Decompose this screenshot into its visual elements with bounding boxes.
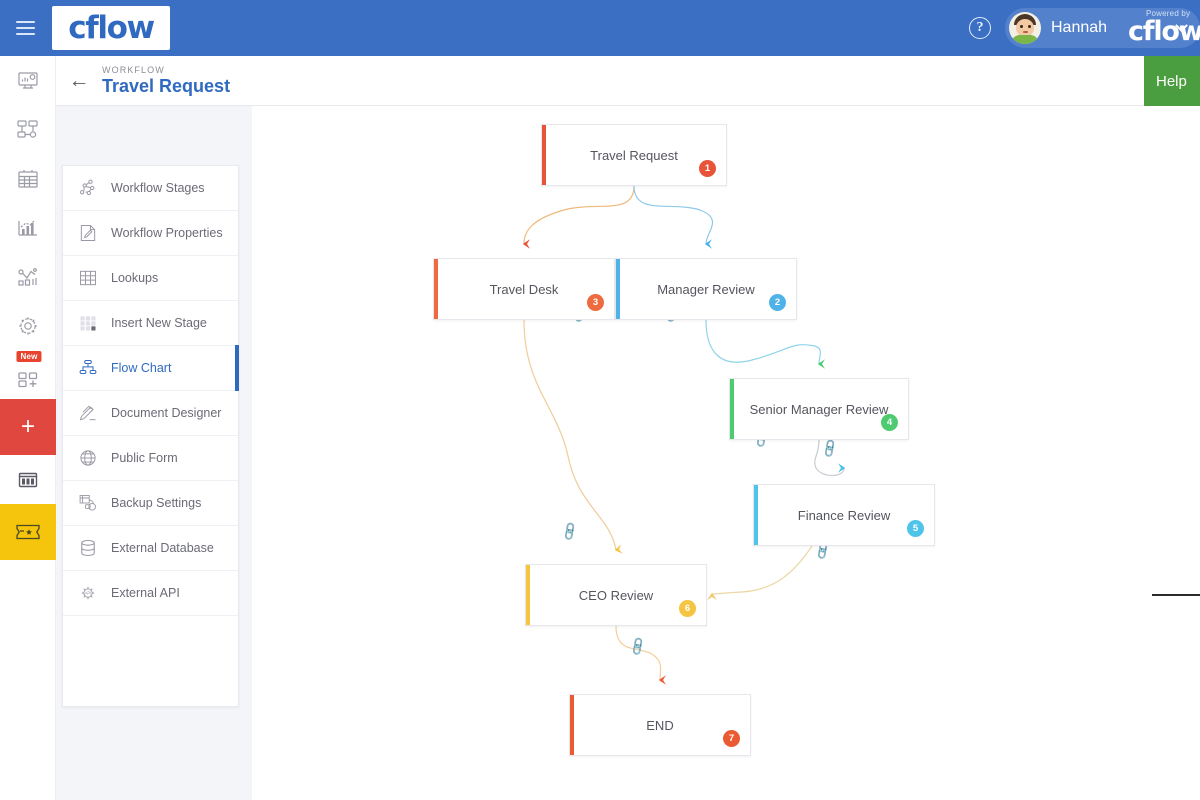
- flow-node-travel-request[interactable]: Travel Request 1: [541, 124, 727, 186]
- node-accent-bar: [434, 259, 438, 319]
- columns-icon[interactable]: [0, 455, 56, 504]
- add-app-icon[interactable]: New: [0, 350, 56, 399]
- document-designer-icon: [75, 401, 101, 425]
- flow-node-ceo-review[interactable]: CEO Review 6: [525, 564, 707, 626]
- menu-item-lookups[interactable]: Lookups: [63, 256, 238, 301]
- dashboard-icon[interactable]: [0, 56, 56, 105]
- breadcrumb: WORKFLOW Travel Request: [102, 65, 230, 97]
- menu-item-public-form[interactable]: Public Form: [63, 436, 238, 481]
- workflow-menu: Workflow Stages Workflow Properties Look…: [62, 165, 239, 707]
- hamburger-icon[interactable]: [0, 0, 50, 56]
- node-label: Senior Manager Review: [750, 402, 889, 417]
- flow-node-end[interactable]: END 7: [569, 694, 751, 756]
- user-menu[interactable]: Hannah: [1005, 8, 1200, 48]
- node-accent-bar: [616, 259, 620, 319]
- calendar-icon[interactable]: [0, 154, 56, 203]
- sub-header: ← WORKFLOW Travel Request Help: [56, 56, 1200, 106]
- menu-label: Backup Settings: [111, 496, 201, 510]
- menu-item-workflow-properties[interactable]: Workflow Properties: [63, 211, 238, 256]
- menu-label: Insert New Stage: [111, 316, 207, 330]
- flow-chart-canvas[interactable]: 🔗 🔗 🔗 🔗 🔗 🔗 🔗 Travel Request 1 Manager R…: [252, 106, 1200, 800]
- menu-label: Flow Chart: [111, 361, 171, 375]
- backup-settings-icon: [75, 491, 101, 515]
- breadcrumb-kicker: WORKFLOW: [102, 65, 230, 75]
- flow-node-senior-manager-review[interactable]: Senior Manager Review 4: [729, 378, 909, 440]
- workflow-stages-icon: [75, 176, 101, 200]
- user-name: Hannah: [1051, 19, 1107, 37]
- node-badge: 4: [881, 414, 898, 431]
- node-accent-bar: [754, 485, 758, 545]
- svg-text:API: API: [85, 591, 92, 596]
- node-accent-bar: [542, 125, 546, 185]
- menu-item-external-database[interactable]: External Database: [63, 526, 238, 571]
- ticket-icon[interactable]: [0, 504, 56, 560]
- help-circle-icon[interactable]: ?: [969, 17, 991, 39]
- external-api-icon: API: [75, 581, 101, 605]
- flow-node-travel-desk[interactable]: Travel Desk 3: [433, 258, 615, 320]
- cflow-logo[interactable]: cflow: [52, 6, 170, 50]
- page-title: Travel Request: [102, 76, 230, 97]
- chevron-down-icon: [1175, 19, 1188, 32]
- lookups-grid-icon: [75, 266, 101, 290]
- menu-item-workflow-stages[interactable]: Workflow Stages: [63, 166, 238, 211]
- menu-label: Lookups: [111, 271, 158, 285]
- external-database-icon: [75, 536, 101, 560]
- reports-icon[interactable]: [0, 203, 56, 252]
- settings-gear-icon[interactable]: [0, 301, 56, 350]
- flow-chart-icon: [75, 356, 101, 380]
- flow-node-finance-review[interactable]: Finance Review 5: [753, 484, 935, 546]
- node-label: Finance Review: [798, 508, 891, 523]
- cflow-logo-text: cflow: [68, 10, 153, 46]
- avatar: [1009, 12, 1041, 44]
- insert-new-stage-icon: [75, 311, 101, 335]
- menu-label: Document Designer: [111, 406, 221, 420]
- menu-label: Workflow Properties: [111, 226, 223, 240]
- menu-item-document-designer[interactable]: Document Designer: [63, 391, 238, 436]
- app-root: cflow ? Hannah Powered by cflow: [0, 0, 1200, 800]
- workflow-icon[interactable]: [0, 105, 56, 154]
- menu-label: Workflow Stages: [111, 181, 205, 195]
- node-accent-bar: [526, 565, 530, 625]
- right-edge-divider: [1152, 594, 1200, 596]
- menu-label: Public Form: [111, 451, 178, 465]
- node-label: Travel Request: [590, 148, 678, 163]
- top-bar-right: ? Hannah: [969, 0, 1200, 56]
- node-label: CEO Review: [579, 588, 653, 603]
- menu-label: External API: [111, 586, 180, 600]
- node-accent-bar: [570, 695, 574, 755]
- icon-rail: New +: [0, 56, 56, 800]
- back-arrow-icon[interactable]: ←: [56, 56, 102, 106]
- top-bar: cflow ? Hannah Powered by cflow: [0, 0, 1200, 56]
- menu-item-backup-settings[interactable]: Backup Settings: [63, 481, 238, 526]
- node-label: Manager Review: [657, 282, 755, 297]
- help-button[interactable]: Help: [1144, 56, 1200, 106]
- menu-item-insert-new-stage[interactable]: Insert New Stage: [63, 301, 238, 346]
- node-badge: 6: [679, 600, 696, 617]
- node-badge: 2: [769, 294, 786, 311]
- node-badge: 3: [587, 294, 604, 311]
- node-badge: 7: [723, 730, 740, 747]
- node-badge: 1: [699, 160, 716, 177]
- new-badge: New: [16, 351, 41, 362]
- node-label: Travel Desk: [490, 282, 559, 297]
- menu-item-flow-chart[interactable]: Flow Chart: [63, 346, 238, 391]
- menu-item-external-api[interactable]: API External API: [63, 571, 238, 616]
- analytics-icon[interactable]: [0, 252, 56, 301]
- public-form-globe-icon: [75, 446, 101, 470]
- menu-label: External Database: [111, 541, 214, 555]
- node-badge: 5: [907, 520, 924, 537]
- node-accent-bar: [730, 379, 734, 439]
- workflow-properties-icon: [75, 221, 101, 245]
- node-label: END: [646, 718, 673, 733]
- plus-icon[interactable]: +: [0, 399, 56, 455]
- flow-node-manager-review[interactable]: Manager Review 2: [615, 258, 797, 320]
- menu-empty-space: [63, 616, 238, 706]
